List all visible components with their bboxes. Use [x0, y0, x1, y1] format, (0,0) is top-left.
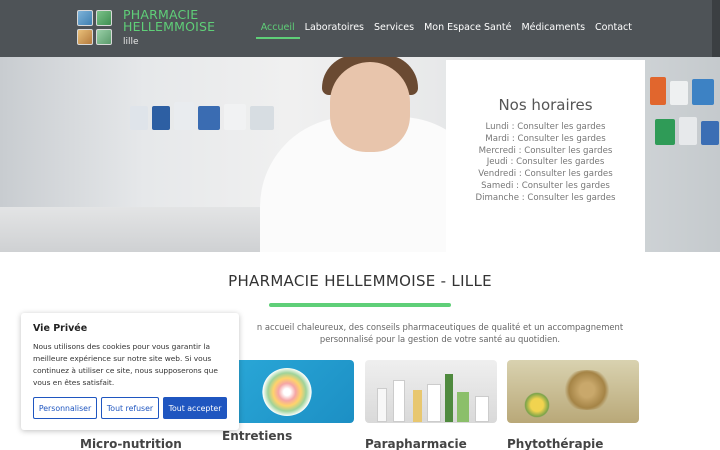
pharmacy-shelf: [130, 102, 280, 130]
hours-line[interactable]: Mercredi : Consulter les gardes: [446, 146, 645, 158]
page-title: PHARMACIE HELLEMMOISE - LILLE: [228, 272, 492, 290]
nav-services[interactable]: Services: [374, 22, 414, 33]
nav-laboratoires[interactable]: Laboratoires: [305, 22, 364, 33]
card-image-entretiens[interactable]: [222, 360, 354, 423]
hero-banner: Nos horaires Lundi : Consulter les garde…: [0, 57, 720, 252]
cookie-text: Nous utilisons des cookies pour vous gar…: [33, 342, 218, 387]
cookie-banner: Vie Privée Nous utilisons des cookies po…: [21, 313, 239, 430]
title-underline: [269, 303, 451, 307]
brand-city: lille: [123, 37, 139, 47]
card-title-micro-nutrition[interactable]: Micro-nutrition: [80, 437, 182, 450]
main-nav: Accueil Laboratoires Services Mon Espace…: [255, 22, 632, 39]
hours-list: Lundi : Consulter les gardes Mardi : Con…: [446, 122, 645, 205]
logo-tile-1: [77, 10, 93, 26]
card-title-parapharmacie[interactable]: Parapharmacie: [365, 437, 467, 450]
card-image-parapharmacie[interactable]: [365, 360, 497, 423]
logo-tile-4: [96, 29, 112, 45]
brand-name[interactable]: PHARMACIE HELLEMMOISE: [123, 8, 253, 33]
nav-contact[interactable]: Contact: [595, 22, 632, 33]
page: PHARMACIE HELLEMMOISE lille Accueil Labo…: [0, 0, 720, 450]
card-title-phytotherapie[interactable]: Phytothérapie: [507, 437, 603, 450]
logo-tile-2: [96, 10, 112, 26]
pharmacy-shelf-right: [650, 77, 720, 105]
logo-tile-3: [77, 29, 93, 45]
hours-line[interactable]: Dimanche : Consulter les gardes: [446, 193, 645, 205]
counter: [0, 207, 270, 252]
nav-medicaments[interactable]: Médicaments: [521, 22, 585, 33]
intro-text: n accueil chaleureux, des conseils pharm…: [256, 322, 624, 344]
hours-line[interactable]: Mardi : Consulter les gardes: [446, 134, 645, 146]
cookie-title: Vie Privée: [33, 323, 88, 334]
hours-line[interactable]: Lundi : Consulter les gardes: [446, 122, 645, 134]
card-image-phytotherapie[interactable]: [507, 360, 639, 423]
customize-button[interactable]: Personnaliser: [33, 397, 97, 419]
pharmacy-logo[interactable]: [77, 10, 113, 46]
header-edge: [712, 0, 720, 57]
nav-mon-espace-sante[interactable]: Mon Espace Santé: [424, 22, 511, 33]
opening-hours-card: Nos horaires Lundi : Consulter les garde…: [446, 60, 645, 252]
pills-illustration: [262, 368, 312, 416]
accept-all-button[interactable]: Tout accepter: [163, 397, 227, 419]
hours-line[interactable]: Samedi : Consulter les gardes: [446, 181, 645, 193]
nav-accueil[interactable]: Accueil: [255, 22, 300, 39]
hours-line[interactable]: Vendredi : Consulter les gardes: [446, 169, 645, 181]
reject-all-button[interactable]: Tout refuser: [101, 397, 159, 419]
hours-title: Nos horaires: [498, 96, 593, 114]
pharmacist-face: [330, 62, 410, 152]
card-title-entretiens[interactable]: Entretiens: [222, 429, 292, 443]
pharmacy-shelf-right-2: [655, 117, 720, 145]
hours-line[interactable]: Jeudi : Consulter les gardes: [446, 157, 645, 169]
site-header: PHARMACIE HELLEMMOISE lille Accueil Labo…: [0, 0, 720, 57]
